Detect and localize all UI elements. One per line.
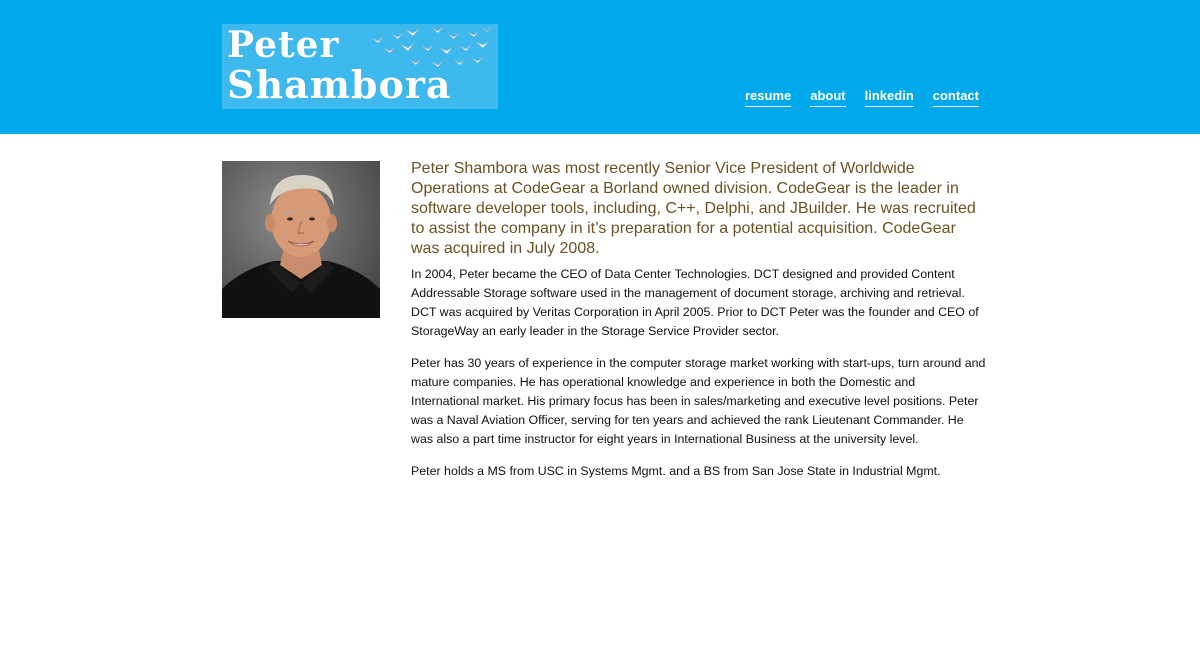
profile-photo bbox=[222, 161, 380, 318]
logo-line-first: Peter bbox=[227, 24, 340, 66]
bio-intro: Peter Shambora was most recently Senior … bbox=[411, 160, 976, 257]
main-nav: resume about linkedin contact bbox=[726, 88, 979, 107]
bio-paragraph: In 2004, Peter became the CEO of Data Ce… bbox=[411, 267, 979, 338]
portrait-illustration bbox=[222, 175, 380, 318]
nav-link-about[interactable]: about bbox=[810, 88, 846, 107]
nav-link-linkedin[interactable]: linkedin bbox=[864, 88, 914, 107]
bio-content: Peter Shambora was most recently Senior … bbox=[411, 159, 986, 494]
bio-paragraph: Peter has 30 years of experience in the … bbox=[411, 356, 986, 446]
bio-paragraph: Peter holds a MS from USC in Systems Mgm… bbox=[411, 464, 941, 478]
nav-link-contact[interactable]: contact bbox=[932, 88, 979, 107]
paper-birds-icon bbox=[371, 26, 492, 68]
site-logo[interactable]: Peter Shambora bbox=[222, 24, 498, 109]
site-header: Peter Shambora resume about linkedin con… bbox=[0, 0, 1200, 134]
nav-link-resume[interactable]: resume bbox=[745, 88, 792, 107]
